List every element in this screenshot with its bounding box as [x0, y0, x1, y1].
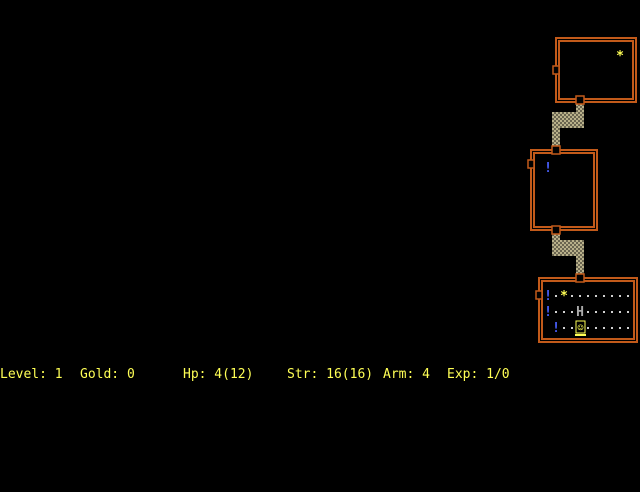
room-top: *	[552, 37, 637, 105]
floor-dot	[563, 311, 565, 313]
door-bottom-left	[535, 290, 543, 300]
floor-dot	[603, 311, 605, 313]
floor-dot	[587, 311, 589, 313]
status-level: Level: 1	[0, 367, 63, 382]
floor-dot	[611, 327, 613, 329]
status-arm: Arm: 4	[383, 367, 430, 382]
floor-dot	[571, 311, 573, 313]
monster-icon: H	[576, 305, 584, 320]
floor-dot	[627, 327, 629, 329]
door-top-bottom	[575, 95, 585, 105]
door-middle-top	[551, 145, 561, 155]
potion-icon: !	[544, 305, 552, 320]
room-bottom: ! * ! H ! ☺	[535, 273, 638, 343]
door-middle-bottom	[551, 225, 561, 235]
floor-dot	[563, 327, 565, 329]
floor-dot	[611, 295, 613, 297]
status-hp: Hp: 4(12)	[183, 367, 254, 382]
door-bottom-top	[575, 273, 585, 283]
player-icon: ☺	[575, 320, 586, 336]
door-middle-left	[527, 159, 535, 169]
potion-icon: !	[544, 161, 552, 176]
floor-dot	[595, 311, 597, 313]
corridor-lower	[552, 232, 584, 274]
floor-dot	[587, 327, 589, 329]
floor-dot	[603, 295, 605, 297]
corridor-upper	[552, 104, 584, 146]
floor-dot	[555, 311, 557, 313]
status-gold: Gold: 0	[80, 367, 135, 382]
svg-text:☺: ☺	[577, 323, 583, 334]
floor-dot	[619, 327, 621, 329]
status-bar: Level: 1 Gold: 0 Hp: 4(12) Str: 16(16) A…	[0, 366, 640, 384]
room-middle: !	[527, 145, 598, 235]
status-exp: Exp: 1/0	[447, 367, 510, 382]
door-top-left	[552, 65, 560, 75]
gold-icon: *	[616, 49, 624, 64]
floor-dot	[627, 311, 629, 313]
floor-dot	[619, 295, 621, 297]
floor-dot	[595, 327, 597, 329]
floor-dot	[619, 311, 621, 313]
floor-dot	[571, 295, 573, 297]
floor-dot	[603, 327, 605, 329]
potion-icon: !	[544, 289, 552, 304]
dungeon-map: * ! ! * ! H ! ☺	[527, 37, 638, 343]
floor-dot	[627, 295, 629, 297]
floor-dot	[579, 295, 581, 297]
floor-dot	[571, 327, 573, 329]
gold-icon: *	[560, 289, 568, 304]
floor-dot	[555, 295, 557, 297]
floor-dot	[587, 295, 589, 297]
floor-dot	[611, 311, 613, 313]
potion-icon: !	[552, 321, 560, 336]
floor-dot	[595, 295, 597, 297]
status-str: Str: 16(16)	[287, 367, 374, 382]
